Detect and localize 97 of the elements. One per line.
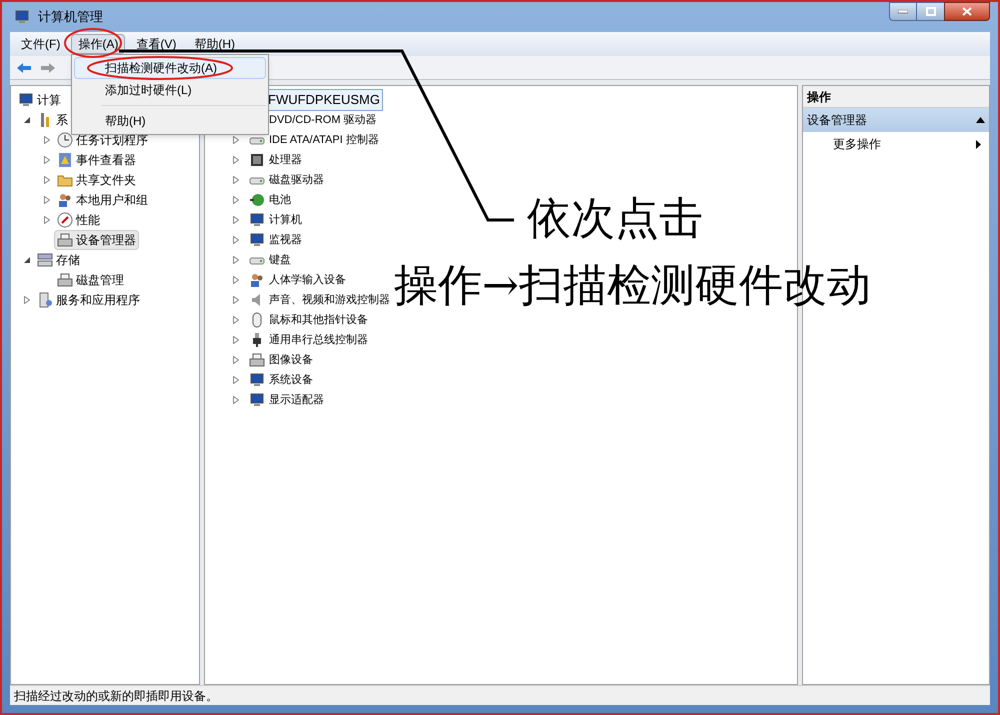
tree-label[interactable]: 处理器 — [269, 152, 302, 168]
expand-arrow-icon[interactable] — [44, 176, 52, 184]
tree-item[interactable]: 磁盘管理 — [54, 270, 127, 290]
device-icon — [57, 272, 73, 288]
expand-arrow-icon[interactable] — [233, 236, 241, 244]
section-label: 设备管理器 — [807, 112, 867, 129]
computer-icon — [249, 232, 265, 248]
tree-label: 设备管理器 — [76, 232, 136, 249]
collapse-arrow-icon[interactable] — [976, 117, 985, 123]
services-icon — [37, 292, 53, 308]
tree-item[interactable]: 服务和应用程序 — [34, 290, 143, 310]
dropdown-item[interactable]: 帮助(H) — [74, 110, 266, 132]
expand-arrow-icon[interactable] — [233, 176, 241, 184]
action-item[interactable]: 更多操作 — [803, 132, 989, 156]
dropdown-item[interactable]: 添加过时硬件(L) — [74, 79, 266, 101]
tree-label[interactable]: 显示适配器 — [269, 392, 324, 408]
tree-label[interactable]: 系统设备 — [269, 372, 313, 388]
expand-arrow-icon[interactable] — [233, 136, 241, 144]
expand-arrow-icon[interactable] — [233, 276, 241, 284]
expand-arrow-icon[interactable] — [233, 316, 241, 324]
expand-arrow-icon[interactable] — [233, 216, 241, 224]
maximize-button[interactable] — [917, 2, 944, 21]
menu-item[interactable]: 文件(F) — [14, 34, 68, 54]
status-bar: 扫描经过改动的或新的即插即用设备。 — [10, 685, 990, 705]
expand-arrow-icon[interactable] — [44, 196, 52, 204]
expand-arrow-icon[interactable] — [233, 356, 241, 364]
tree-label[interactable]: 通用串行总线控制器 — [269, 332, 368, 348]
close-button[interactable] — [944, 2, 990, 21]
battery-icon — [249, 192, 265, 208]
tree-label: 计算 — [37, 92, 61, 109]
expand-arrow-icon[interactable] — [24, 296, 32, 304]
back-arrow-icon — [16, 62, 32, 74]
forward-arrow-icon — [40, 62, 56, 74]
expand-arrow-icon[interactable] — [233, 396, 241, 404]
window-title: 计算机管理 — [38, 8, 103, 26]
expand-arrow-icon[interactable] — [233, 336, 241, 344]
expand-arrow-icon[interactable] — [44, 156, 52, 164]
tree-label[interactable]: IDE ATA/ATAPI 控制器 — [269, 132, 379, 148]
submenu-arrow-icon — [976, 140, 981, 148]
storage-icon — [37, 252, 53, 268]
users-icon — [57, 192, 73, 208]
device-icon — [249, 352, 265, 368]
tree-label[interactable]: 监视器 — [269, 232, 302, 248]
minimize-icon — [898, 10, 908, 14]
action-label: 更多操作 — [833, 136, 881, 153]
tree-label: 共享文件夹 — [76, 172, 136, 189]
actions-header: 操作 — [803, 86, 989, 108]
tree-label: 服务和应用程序 — [56, 292, 140, 309]
tree-item[interactable]: 事件查看器 — [54, 150, 139, 170]
expand-arrow-icon[interactable] — [233, 376, 241, 384]
computer-icon — [249, 392, 265, 408]
maximize-icon — [926, 7, 936, 16]
expand-arrow-icon[interactable] — [233, 156, 241, 164]
tree-item[interactable]: 共享文件夹 — [54, 170, 139, 190]
expand-arrow-icon[interactable] — [44, 216, 52, 224]
tree-label[interactable]: 电池 — [269, 192, 291, 208]
tree-item[interactable]: 计算 — [15, 90, 64, 110]
gauge-icon — [57, 212, 73, 228]
tree-label: 性能 — [76, 212, 100, 229]
tree-label[interactable]: 声音、视频和游戏控制器 — [269, 292, 390, 308]
tree-label[interactable]: 图像设备 — [269, 352, 313, 368]
tree-label: 事件查看器 — [76, 152, 136, 169]
tree-label: 磁盘管理 — [76, 272, 124, 289]
close-icon — [962, 7, 972, 16]
computer-icon — [249, 212, 265, 228]
computer-icon — [18, 92, 34, 108]
annotation-text: 操作→扫描检测硬件改动 — [394, 264, 871, 308]
actions-section[interactable]: 设备管理器 — [803, 108, 989, 132]
computer-icon — [14, 9, 30, 25]
minimize-button[interactable] — [889, 2, 917, 21]
tree-label: 系 — [56, 112, 68, 129]
computer-icon — [249, 372, 265, 388]
tree-label[interactable]: 人体学输入设备 — [269, 272, 346, 288]
event-log-icon — [57, 152, 73, 168]
collapse-arrow-icon[interactable] — [24, 256, 32, 264]
tree-label[interactable]: 鼠标和其他指针设备 — [269, 312, 368, 328]
tree-label[interactable]: 磁盘驱动器 — [269, 172, 324, 188]
menu-item[interactable]: 操作(A) — [71, 34, 126, 54]
tree-item[interactable]: 存储 — [34, 250, 83, 270]
tree-item[interactable]: 本地用户和组 — [54, 190, 151, 210]
expand-arrow-icon[interactable] — [233, 196, 241, 204]
tree-label: 本地用户和组 — [76, 192, 148, 209]
tree-item[interactable]: 设备管理器 — [54, 230, 139, 250]
chip-icon — [249, 152, 265, 168]
tree-item[interactable]: 系 — [34, 110, 71, 130]
expand-arrow-icon[interactable] — [233, 296, 241, 304]
tree-label[interactable]: 计算机 — [269, 212, 302, 228]
expand-arrow-icon[interactable] — [44, 136, 52, 144]
tree-item[interactable]: 性能 — [54, 210, 103, 230]
expand-arrow-icon[interactable] — [233, 256, 241, 264]
tree-label[interactable]: 键盘 — [269, 252, 291, 268]
device-icon — [57, 232, 73, 248]
tree-label[interactable]: DVD/CD-ROM 驱动器 — [269, 112, 377, 128]
annotation-text: 依次点击 — [527, 197, 703, 241]
tree-label: 存储 — [56, 252, 80, 269]
collapse-arrow-icon[interactable] — [24, 116, 32, 124]
users-icon — [249, 272, 265, 288]
